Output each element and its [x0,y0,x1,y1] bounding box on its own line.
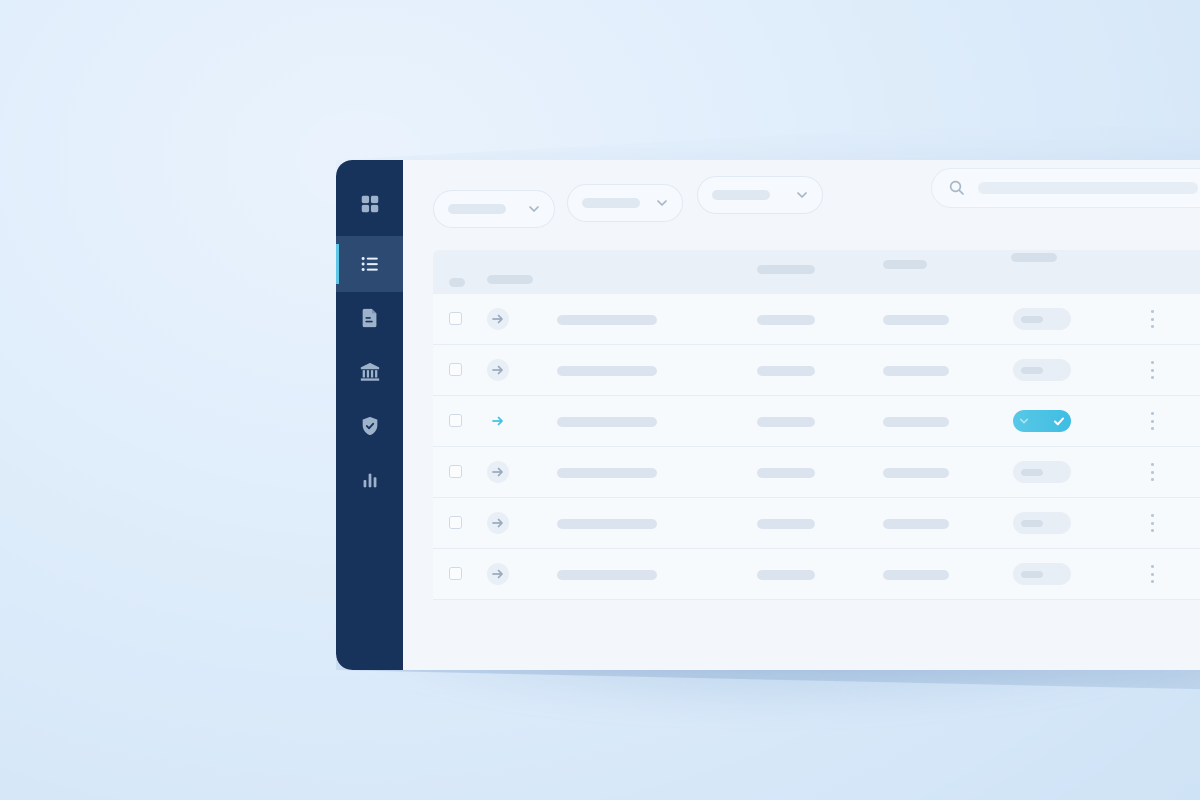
sidebar-item-security[interactable] [336,398,403,454]
shield-check-icon [362,416,377,436]
filter-label-placeholder [448,204,506,214]
sidebar-item-reports[interactable] [336,452,403,508]
table-cell-placeholder [883,570,949,580]
status-placeholder [1021,468,1043,476]
status-toggle[interactable] [1013,359,1071,381]
column-header[interactable] [757,265,815,274]
sidebar-item-bank[interactable] [336,344,403,400]
table-cell-placeholder [557,366,657,376]
grid-icon [361,195,378,213]
row-checkbox[interactable] [449,363,462,376]
row-checkbox[interactable] [449,312,462,325]
table-cell-placeholder [557,519,657,529]
row-checkbox[interactable] [449,567,462,580]
app-window [336,160,1200,670]
table-cell-placeholder [883,417,949,427]
table-cell-placeholder [757,570,815,580]
sidebar [336,160,403,670]
row-open-button[interactable] [487,512,509,534]
document-icon [362,308,376,328]
search-icon [949,180,964,195]
table-cell-placeholder [557,315,657,325]
arrow-right-icon [492,518,503,528]
column-header[interactable] [883,260,927,269]
arrow-right-icon [492,314,503,324]
chevron-down-icon [529,206,539,213]
table-cell-placeholder [757,519,815,529]
row-open-button[interactable] [487,359,509,381]
filter-dropdown-1[interactable] [433,190,555,228]
arrow-right-icon [492,365,503,375]
table-cell-placeholder [757,366,815,376]
table-row[interactable] [433,447,1200,498]
chevron-down-icon [657,200,667,207]
table-cell-placeholder [557,468,657,478]
row-open-button[interactable] [487,563,509,585]
status-toggle[interactable] [1013,410,1071,432]
table-cell-placeholder [883,468,949,478]
status-toggle[interactable] [1013,461,1071,483]
filter-label-placeholder [582,198,640,208]
table-cell-placeholder [883,366,949,376]
row-checkbox[interactable] [449,414,462,427]
table-cell-placeholder [883,519,949,529]
sidebar-item-list[interactable] [336,236,403,292]
table-row[interactable] [433,396,1200,447]
status-toggle[interactable] [1013,563,1071,585]
table-cell-placeholder [757,417,815,427]
status-placeholder [1021,570,1043,578]
search-placeholder [978,182,1198,194]
table-row[interactable] [433,498,1200,549]
chevron-down-icon [1020,418,1028,424]
filter-label-placeholder [712,190,770,200]
data-table [433,250,1200,600]
table-body [433,294,1200,600]
table-cell-placeholder [757,315,815,325]
table-cell-placeholder [557,417,657,427]
status-placeholder [1021,366,1043,374]
table-row[interactable] [433,345,1200,396]
row-menu-icon[interactable] [1148,359,1156,381]
sidebar-item-dashboard[interactable] [336,176,403,232]
table-header [433,250,1200,294]
table-row[interactable] [433,549,1200,600]
row-open-button[interactable] [487,461,509,483]
status-placeholder [1021,315,1043,323]
row-menu-icon[interactable] [1148,410,1156,432]
filter-dropdown-2[interactable] [567,184,683,222]
search-input[interactable] [931,168,1200,208]
arrow-right-icon [492,569,503,579]
main-panel [403,160,1200,670]
column-header[interactable] [1011,253,1057,262]
filter-dropdown-3[interactable] [697,176,823,214]
table-row[interactable] [433,294,1200,345]
table-cell-placeholder [757,468,815,478]
bank-icon [360,362,379,381]
column-header[interactable] [487,275,533,284]
row-menu-icon[interactable] [1148,563,1156,585]
row-checkbox[interactable] [449,516,462,529]
bar-chart-icon [363,473,376,488]
row-open-button[interactable] [487,308,509,330]
row-open-button[interactable] [487,410,509,432]
table-cell-placeholder [883,315,949,325]
row-menu-icon[interactable] [1148,512,1156,534]
arrow-right-icon [492,467,503,477]
status-toggle[interactable] [1013,512,1071,534]
sidebar-item-documents[interactable] [336,290,403,346]
row-checkbox[interactable] [449,465,462,478]
arrow-right-icon [492,416,503,426]
row-menu-icon[interactable] [1148,308,1156,330]
status-placeholder [1021,519,1043,527]
chevron-down-icon [797,192,807,199]
row-menu-icon[interactable] [1148,461,1156,483]
list-icon [361,257,378,271]
table-cell-placeholder [557,570,657,580]
header-select-placeholder[interactable] [449,278,465,287]
check-icon [1054,417,1064,426]
status-toggle[interactable] [1013,308,1071,330]
